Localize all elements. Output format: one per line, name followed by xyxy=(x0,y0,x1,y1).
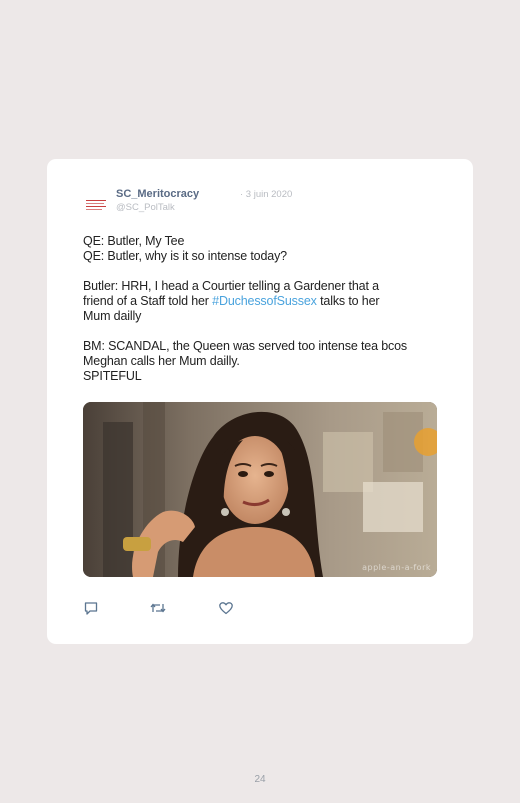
tweet-media-gif[interactable]: apple-an-a-fork xyxy=(83,402,437,577)
avatar[interactable] xyxy=(83,191,109,217)
tweet-line: Mum dailly xyxy=(83,309,142,323)
gif-watermark: apple-an-a-fork xyxy=(362,563,431,572)
user-handle[interactable]: @SC_PolTalk xyxy=(116,202,175,213)
reply-icon xyxy=(84,602,98,615)
tweet-line: QE: Butler, why is it so intense today? xyxy=(83,249,287,263)
retweet-icon xyxy=(150,603,166,613)
tweet-line: BM: SCANDAL, the Queen was served too in… xyxy=(83,339,408,353)
tweet-line: Butler: HRH, I head a Courtier telling a… xyxy=(83,279,379,293)
tweet-line: SPITEFUL xyxy=(83,369,142,383)
retweet-button[interactable] xyxy=(150,600,166,616)
tweet-header: SC_Meritocracy · 3 juin 2020 @SC_PolTalk xyxy=(83,188,443,220)
tweet-line-suffix: talks to her xyxy=(316,294,380,308)
tweet-line: QE: Butler, My Tee xyxy=(83,234,185,248)
tweet-line-prefix: friend of a Staff told her xyxy=(83,294,213,308)
like-button[interactable] xyxy=(218,600,234,616)
hashtag-link[interactable]: #DuchessofSussex xyxy=(212,294,317,308)
reply-button[interactable] xyxy=(83,600,99,616)
user-name[interactable]: SC_Meritocracy xyxy=(116,188,199,200)
tweet-card: SC_Meritocracy · 3 juin 2020 @SC_PolTalk… xyxy=(47,159,473,644)
tweet-text: QE: Butler, My Tee QE: Butler, why is it… xyxy=(83,234,453,384)
tweet-actions xyxy=(83,600,283,616)
tweet-line: Meghan calls her Mum dailly. xyxy=(83,354,240,368)
page-number: 24 xyxy=(254,774,266,785)
heart-icon xyxy=(219,602,233,615)
tweet-date: · 3 juin 2020 xyxy=(240,189,293,200)
tweet-line-with-hashtag: friend of a Staff told her #DuchessofSus… xyxy=(83,294,453,309)
gif-frame-image xyxy=(83,402,437,577)
